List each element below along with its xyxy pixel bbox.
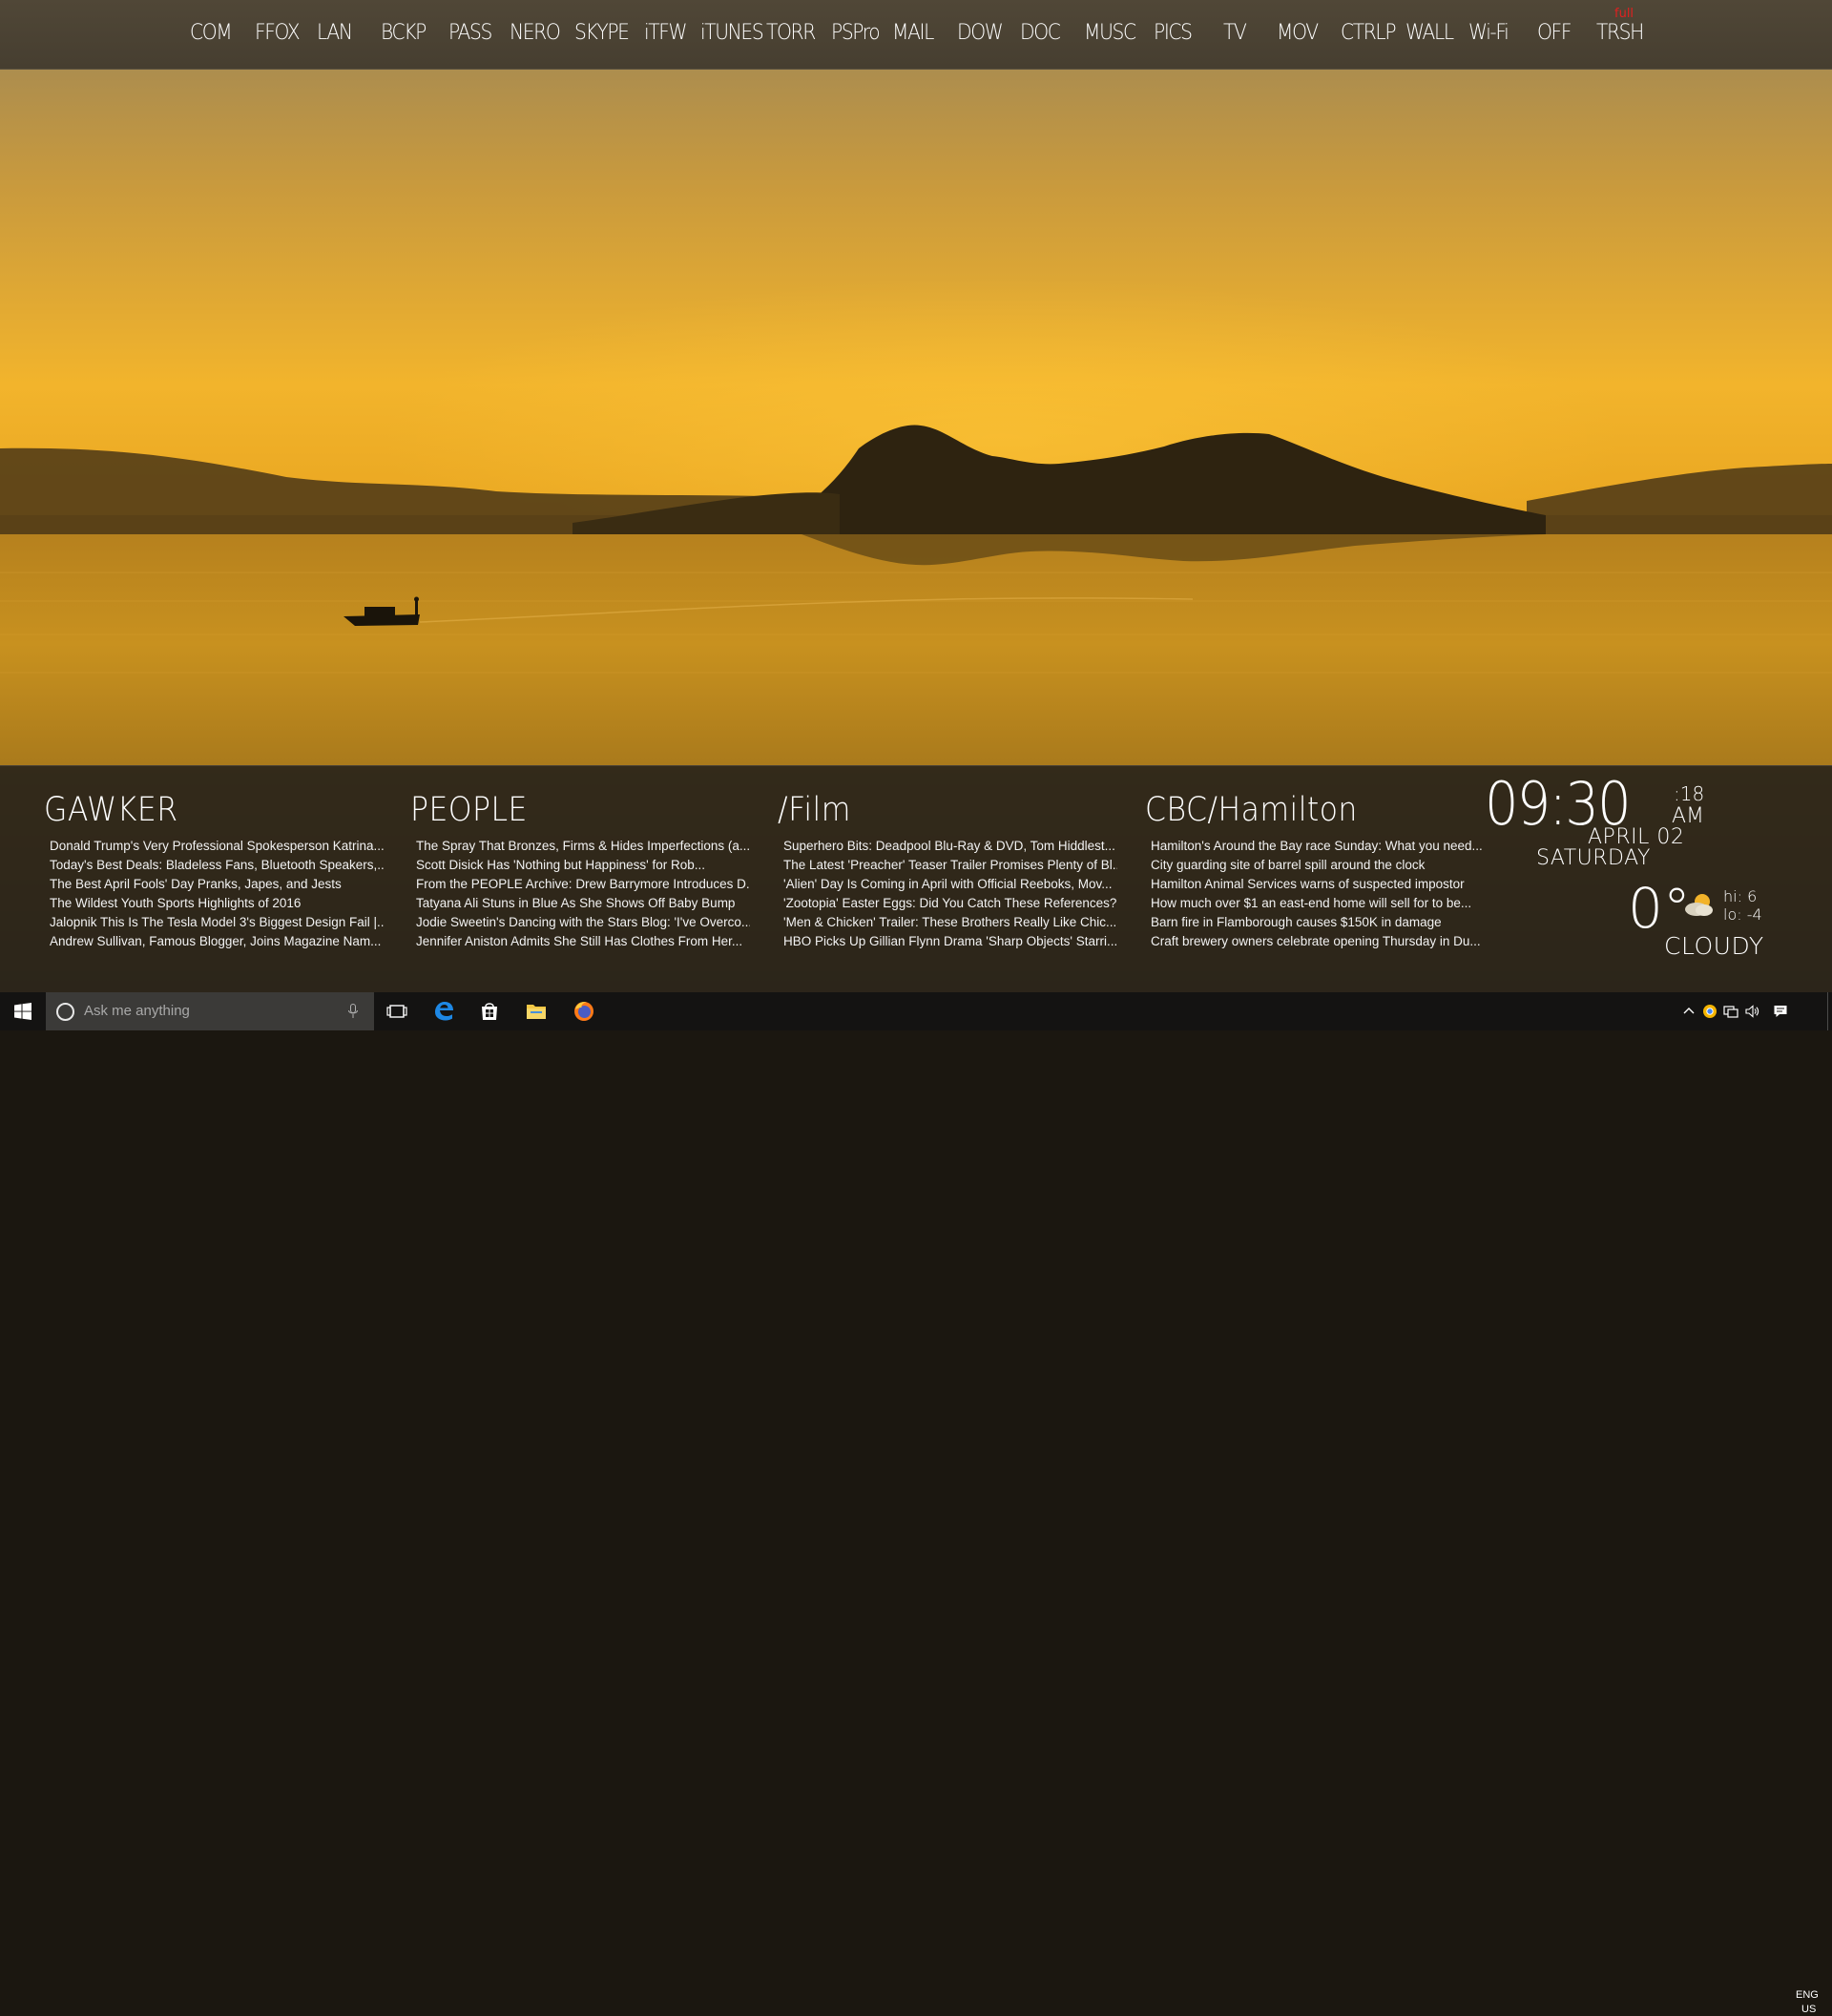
feed-item[interactable]: City guarding site of barrel spill aroun… [1151,856,1485,875]
input-locale[interactable]: US [1801,2004,1816,2016]
feed-title[interactable]: GAWKER [44,791,178,829]
launcher-itfw[interactable]: iTFW [644,20,688,47]
action-center-icon[interactable] [1773,1004,1788,1019]
weather-condition: CLOUDY [1664,932,1764,960]
feed-item[interactable]: HBO Picks Up Gillian Flynn Drama 'Sharp … [783,932,1117,951]
feed-item[interactable]: 'Men & Chicken' Trailer: These Brothers … [783,913,1117,932]
clock-seconds: :18 [1674,782,1705,805]
launcher-mov[interactable]: MOV [1277,20,1319,47]
feed-item[interactable]: 'Alien' Day Is Coming in April with Offi… [783,875,1117,894]
taskbar: Ask me anything ENG US [0,992,1832,2015]
clock-ampm: AM [1672,804,1705,828]
feed-item[interactable]: Andrew Sullivan, Famous Blogger, Joins M… [50,932,384,951]
feed-item[interactable]: Barn fire in Flamborough causes $150K in… [1151,913,1485,932]
feed-title[interactable]: /Film [778,791,851,829]
launcher-com[interactable]: COM [190,20,233,47]
feed-item[interactable]: Superhero Bits: Deadpool Blu-Ray & DVD, … [783,837,1117,856]
chevron-up-icon[interactable] [1681,1004,1697,1019]
firefox-icon [574,1002,593,1021]
launcher-ctrlp[interactable]: CTRLP [1341,20,1397,47]
feed-item[interactable]: The Spray That Bronzes, Firms & Hides Im… [416,837,750,856]
cortana-search-box[interactable]: Ask me anything [46,992,374,1030]
show-desktop-button[interactable] [1827,992,1832,1030]
feed-item[interactable]: Tatyana Ali Stuns in Blue As She Shows O… [416,894,750,913]
input-language[interactable]: ENG [1796,1989,1819,2002]
feed-item[interactable]: Today's Best Deals: Bladeless Fans, Blue… [50,856,384,875]
network-icon[interactable] [1723,1004,1738,1019]
feed-item[interactable]: Jodie Sweetin's Dancing with the Stars B… [416,913,750,932]
store-button[interactable] [467,992,512,1030]
launcher-lan[interactable]: LAN [317,20,353,47]
launcher-bar: COM FFOX LAN BCKP PASS NERO SKYPE iTFW i… [0,0,1832,70]
file-explorer-button[interactable] [513,992,559,1030]
launcher-dow[interactable]: DOW [957,20,1004,47]
store-icon [482,1003,497,1020]
chrome-tray-icon[interactable] [1702,1004,1718,1019]
launcher-ffox[interactable]: FFOX [255,20,301,47]
clock-day: SATURDAY [1536,846,1651,870]
launcher-itunes[interactable]: iTUNES [700,20,764,47]
launcher-pass[interactable]: PASS [448,20,492,47]
feed-item[interactable]: Craft brewery owners celebrate opening T… [1151,932,1485,951]
edge-icon [435,1002,453,1021]
feed-item[interactable]: Hamilton Animal Services warns of suspec… [1151,875,1485,894]
task-view-icon [386,1005,407,1018]
feed-item[interactable]: The Wildest Youth Sports Highlights of 2… [50,894,384,913]
feed-item[interactable]: The Latest 'Preacher' Teaser Trailer Pro… [783,856,1117,875]
feed-list: Superhero Bits: Deadpool Blu-Ray & DVD, … [783,837,1117,951]
feed-item[interactable]: Hamilton's Around the Bay race Sunday: W… [1151,837,1485,856]
start-button[interactable] [0,992,46,1030]
microphone-icon[interactable] [347,1004,359,1019]
launcher-nero[interactable]: NERO [510,20,561,47]
launcher-wall[interactable]: WALL [1405,20,1454,47]
feed-title[interactable]: PEOPLE [410,791,528,829]
feed-title[interactable]: CBC/Hamilton [1145,791,1358,829]
launcher-skype[interactable]: SKYPE [574,20,630,47]
launcher-pspro[interactable]: PSPro [831,20,881,47]
launcher-tv[interactable]: TV [1223,20,1247,47]
trash-full-badge: full [1614,7,1634,21]
partly-cloudy-icon [1685,894,1713,916]
feed-item[interactable]: Donald Trump's Very Professional Spokesp… [50,837,384,856]
feed-item[interactable]: From the PEOPLE Archive: Drew Barrymore … [416,875,750,894]
feed-item[interactable]: How much over $1 an east-end home will s… [1151,894,1485,913]
edge-button[interactable] [421,992,467,1030]
launcher-trsh[interactable]: TRSH [1596,20,1644,47]
feed-item[interactable]: Jalopnik This Is The Tesla Model 3's Big… [50,913,384,932]
firefox-button[interactable] [561,992,607,1030]
volume-icon[interactable] [1744,1004,1759,1019]
search-placeholder: Ask me anything [84,1003,190,1019]
feed-item[interactable]: Jennifer Aniston Admits She Still Has Cl… [416,932,750,951]
weather-temperature: 0° [1628,876,1691,941]
launcher-doc[interactable]: DOC [1020,20,1061,47]
weather-low: lo: -4 [1723,905,1762,924]
feed-item[interactable]: 'Zootopia' Easter Eggs: Did You Catch Th… [783,894,1117,913]
launcher-musc[interactable]: MUSC [1084,20,1136,47]
launcher-pics[interactable]: PICS [1154,20,1193,47]
cortana-icon [56,1003,74,1021]
task-view-button[interactable] [374,992,420,1030]
launcher-mail[interactable]: MAIL [892,20,934,47]
file-explorer-icon [527,1005,546,1019]
launcher-bckp[interactable]: BCKP [381,20,427,47]
feed-list: Donald Trump's Very Professional Spokesp… [50,837,384,951]
windows-logo-icon [14,1003,31,1020]
launcher-off[interactable]: OFF [1537,20,1572,47]
weather-high: hi: 6 [1723,887,1758,905]
launcher-wifi[interactable]: Wi-Fi [1468,20,1509,47]
launcher-torr[interactable]: TORR [766,20,816,47]
feed-item[interactable]: The Best April Fools' Day Pranks, Japes,… [50,875,384,894]
feed-item[interactable]: Scott Disick Has 'Nothing but Happiness'… [416,856,750,875]
feed-list: The Spray That Bronzes, Firms & Hides Im… [416,837,750,951]
feed-list: Hamilton's Around the Bay race Sunday: W… [1151,837,1485,951]
